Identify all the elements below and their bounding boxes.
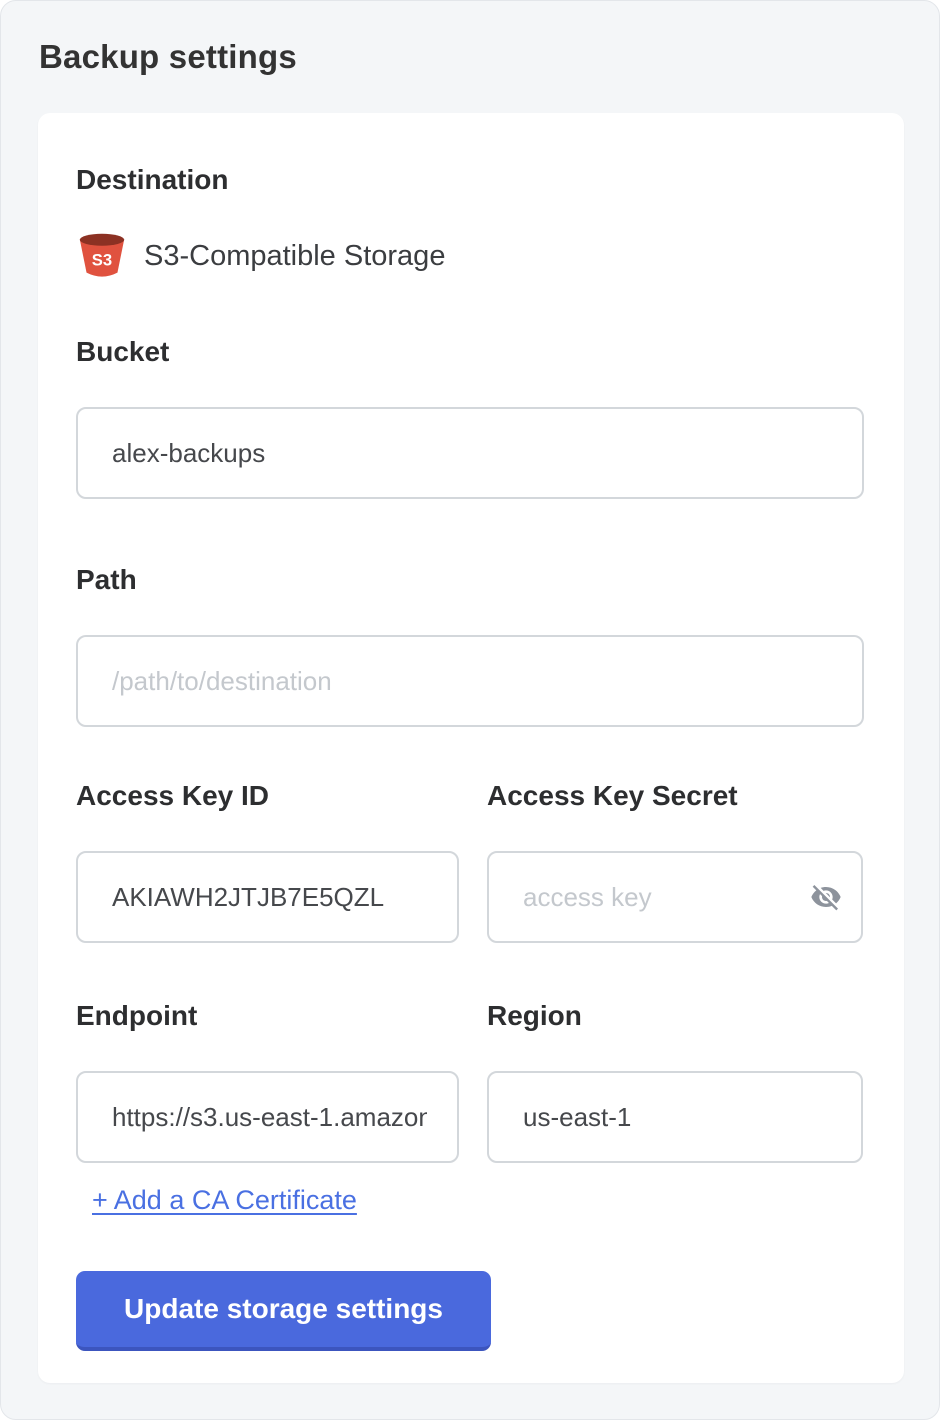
access-key-secret-label: Access Key Secret	[487, 781, 863, 811]
s3-bucket-icon: S3	[76, 233, 128, 279]
region-label: Region	[487, 1001, 863, 1031]
backup-settings-page: Backup settings Destination S3 S3-Compat…	[0, 0, 940, 1420]
bucket-input[interactable]	[76, 407, 864, 499]
access-key-id-label: Access Key ID	[76, 781, 459, 811]
access-key-row: Access Key ID Access Key Secret	[76, 781, 864, 943]
destination-label: Destination	[76, 165, 864, 195]
endpoint-region-row: Endpoint Region	[76, 1001, 864, 1163]
endpoint-input[interactable]	[76, 1071, 459, 1163]
access-key-id-field-group: Access Key ID	[76, 781, 459, 943]
endpoint-label: Endpoint	[76, 1001, 459, 1031]
update-storage-settings-button[interactable]: Update storage settings	[76, 1271, 491, 1351]
access-key-secret-input-wrap	[487, 851, 863, 943]
storage-settings-card: Destination S3 S3-Compatible Storage Buc…	[38, 113, 904, 1383]
path-input[interactable]	[76, 635, 864, 727]
bucket-field-group: Bucket	[76, 337, 864, 499]
s3-icon-text: S3	[92, 251, 112, 270]
toggle-secret-visibility-button[interactable]	[803, 874, 849, 920]
path-field-group: Path	[76, 565, 864, 727]
path-label: Path	[76, 565, 864, 595]
endpoint-field-group: Endpoint	[76, 1001, 459, 1163]
eye-off-icon	[810, 881, 842, 913]
destination-provider-name: S3-Compatible Storage	[144, 240, 445, 273]
bucket-label: Bucket	[76, 337, 864, 367]
region-field-group: Region	[487, 1001, 863, 1163]
access-key-id-input[interactable]	[76, 851, 459, 943]
access-key-secret-field-group: Access Key Secret	[487, 781, 863, 943]
region-input[interactable]	[487, 1071, 863, 1163]
add-ca-certificate-link[interactable]: + Add a CA Certificate	[92, 1185, 357, 1215]
destination-row: S3 S3-Compatible Storage	[76, 233, 864, 279]
page-title: Backup settings	[39, 37, 939, 77]
